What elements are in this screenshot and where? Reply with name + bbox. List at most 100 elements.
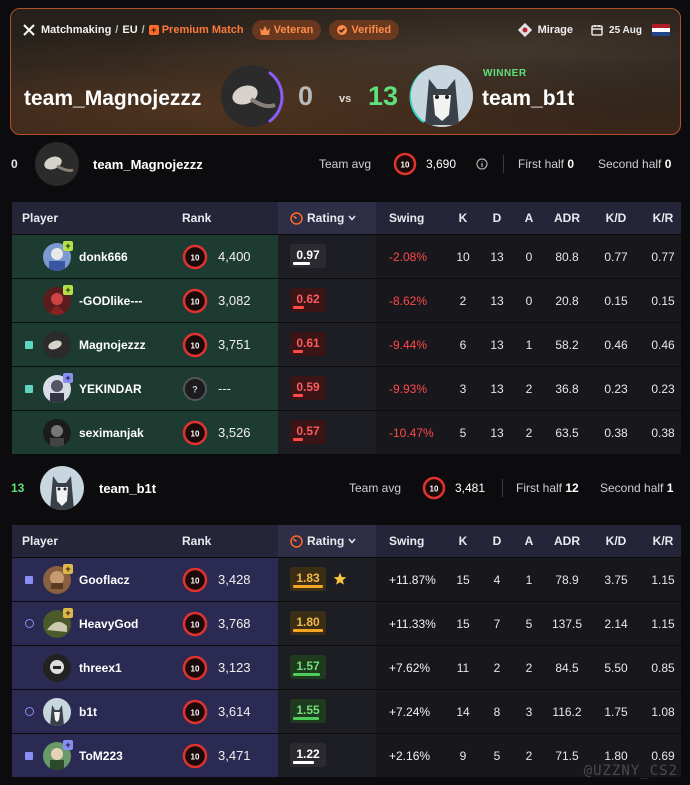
chevron-down-icon [348, 215, 356, 221]
player-elo: 4,400 [218, 249, 251, 264]
crown-icon [259, 25, 270, 35]
player-name[interactable]: seximanjak [79, 411, 144, 454]
breadcrumb-matchmaking[interactable]: Matchmaking [41, 24, 111, 36]
player-row[interactable]: + ToM223 10 3,471 1.22 +2.16% 9 5 2 71.5 1.80 0.69 [12, 733, 681, 777]
col-swing[interactable]: Swing [389, 525, 424, 557]
team1-score: 0 [298, 81, 314, 111]
rating-bar [293, 306, 304, 309]
player-kr: 1.15 [651, 616, 675, 631]
player-avatar[interactable] [43, 419, 71, 447]
col-player[interactable]: Player [22, 202, 58, 234]
col-kd[interactable]: K/D [601, 525, 631, 557]
veteran-badge: Veteran [251, 20, 322, 40]
info-icon[interactable] [476, 158, 488, 170]
team1-second-half: Second half 0 [598, 157, 672, 171]
premium-plus-icon: + [63, 564, 73, 574]
player-adr: 80.8 [555, 249, 579, 264]
player-deaths: 13 [490, 293, 504, 308]
player-name[interactable]: YEKINDAR [79, 367, 142, 410]
player-name[interactable]: ToM223 [79, 734, 123, 777]
winner-label: WINNER [483, 68, 527, 79]
col-kd[interactable]: K/D [601, 202, 631, 234]
player-name[interactable]: donk666 [79, 235, 128, 278]
player-name[interactable]: b1t [79, 690, 97, 733]
player-kd: 0.23 [604, 381, 628, 396]
player-name[interactable]: -GODlike--- [79, 279, 142, 322]
col-d[interactable]: D [486, 525, 508, 557]
player-deaths: 7 [493, 616, 501, 631]
player-row[interactable]: + Gooflacz 10 3,428 1.83 +11.87% 15 4 1 78.9 3.75 1… [12, 557, 681, 601]
col-adr[interactable]: ADR [551, 525, 583, 557]
player-kills: 14 [456, 704, 470, 719]
rank-level-icon: 10 [182, 567, 208, 592]
col-rating[interactable]: Rating [278, 202, 376, 234]
player-assists: 1 [525, 572, 533, 587]
player-rating: 0.97 [290, 244, 326, 268]
player-adr: 71.5 [555, 748, 579, 763]
col-kr[interactable]: K/R [646, 202, 680, 234]
col-k[interactable]: K [452, 202, 474, 234]
map-icon [517, 23, 532, 37]
player-row[interactable]: + donk666 10 4,400 0.97 -2.08% 10 13 0 80.8 0.77 0.… [12, 234, 681, 278]
team1-summary-name[interactable]: team_Magnojezzz [93, 157, 203, 172]
player-kills: 15 [456, 572, 470, 587]
rank-level-icon: 10 [182, 288, 208, 313]
col-a[interactable]: A [518, 202, 540, 234]
player-kr: 0.15 [651, 293, 675, 308]
matchmaking-icon [23, 24, 35, 36]
player-name[interactable]: threex1 [79, 646, 122, 689]
team1-summary-avatar [35, 142, 79, 186]
player-row[interactable]: b1t 10 3,614 1.55 +7.24% 14 8 3 116.2 1.75 1.08 [12, 689, 681, 733]
player-kr: 0.38 [651, 425, 675, 440]
player-row[interactable]: + HeavyGod 10 3,768 1.80 +11.33% 15 7 5 137.5 2.14… [12, 601, 681, 645]
player-deaths: 5 [493, 748, 501, 763]
team1-title[interactable]: team_Magnojezzz [24, 87, 201, 111]
col-rank[interactable]: Rank [182, 202, 211, 234]
breadcrumb-separator: / [115, 24, 119, 36]
col-player[interactable]: Player [22, 525, 58, 557]
player-avatar[interactable] [43, 654, 71, 682]
col-a[interactable]: A [518, 525, 540, 557]
team2-title[interactable]: team_b1t [482, 87, 574, 111]
svg-text:10: 10 [191, 297, 200, 306]
player-swing: +11.87% [389, 572, 436, 587]
col-rating[interactable]: Rating [278, 525, 376, 557]
svg-text:10: 10 [401, 161, 410, 170]
col-adr[interactable]: ADR [551, 202, 583, 234]
player-name[interactable]: Magnojezzz [79, 323, 146, 366]
col-rank[interactable]: Rank [182, 525, 211, 557]
rating-bar [293, 629, 323, 632]
player-kd: 1.75 [604, 704, 628, 719]
team2-summary-name[interactable]: team_b1t [99, 481, 156, 496]
player-adr: 20.8 [555, 293, 579, 308]
player-rating: 0.61 [290, 332, 326, 356]
col-k[interactable]: K [452, 525, 474, 557]
player-kr: 0.77 [651, 249, 675, 264]
player-avatar[interactable] [43, 331, 71, 359]
player-row[interactable]: threex1 10 3,123 1.57 +7.62% 11 2 2 84.5 5.50 0.85 [12, 645, 681, 689]
player-row[interactable]: + YEKINDAR? --- 0.59 -9.93% 3 13 2 36.8 0.23 0.23 [12, 366, 681, 410]
player-swing: -8.62% [389, 293, 428, 308]
player-deaths: 13 [490, 249, 504, 264]
player-avatar[interactable] [43, 698, 71, 726]
player-name[interactable]: HeavyGod [79, 602, 138, 645]
player-kills: 11 [456, 660, 470, 675]
match-date: 25 Aug [609, 24, 642, 36]
player-adr: 58.2 [555, 337, 579, 352]
team2-avg-value: 3,481 [455, 481, 486, 495]
rating-bar [293, 717, 320, 720]
col-d[interactable]: D [486, 202, 508, 234]
player-kills: 9 [459, 748, 467, 763]
player-row[interactable]: Magnojezzz 10 3,751 0.61 -9.44% 6 13 1 58.2 0.46 0… [12, 322, 681, 366]
player-assists: 1 [525, 337, 533, 352]
svg-text:10: 10 [191, 341, 200, 350]
player-row[interactable]: + -GODlike--- 10 3,082 0.62 -8.62% 2 13 0 20.8 0.1… [12, 278, 681, 322]
calendar-icon [591, 25, 603, 36]
player-row[interactable]: seximanjak 10 3,526 0.57 -10.47% 5 13 2 63.5 0.38… [12, 410, 681, 454]
verified-badge: Verified [329, 20, 400, 40]
player-name[interactable]: Gooflacz [79, 558, 130, 601]
breadcrumb-region[interactable]: EU [122, 24, 137, 36]
col-kr[interactable]: K/R [646, 525, 680, 557]
col-swing[interactable]: Swing [389, 202, 424, 234]
party-marker-icon [25, 384, 33, 393]
